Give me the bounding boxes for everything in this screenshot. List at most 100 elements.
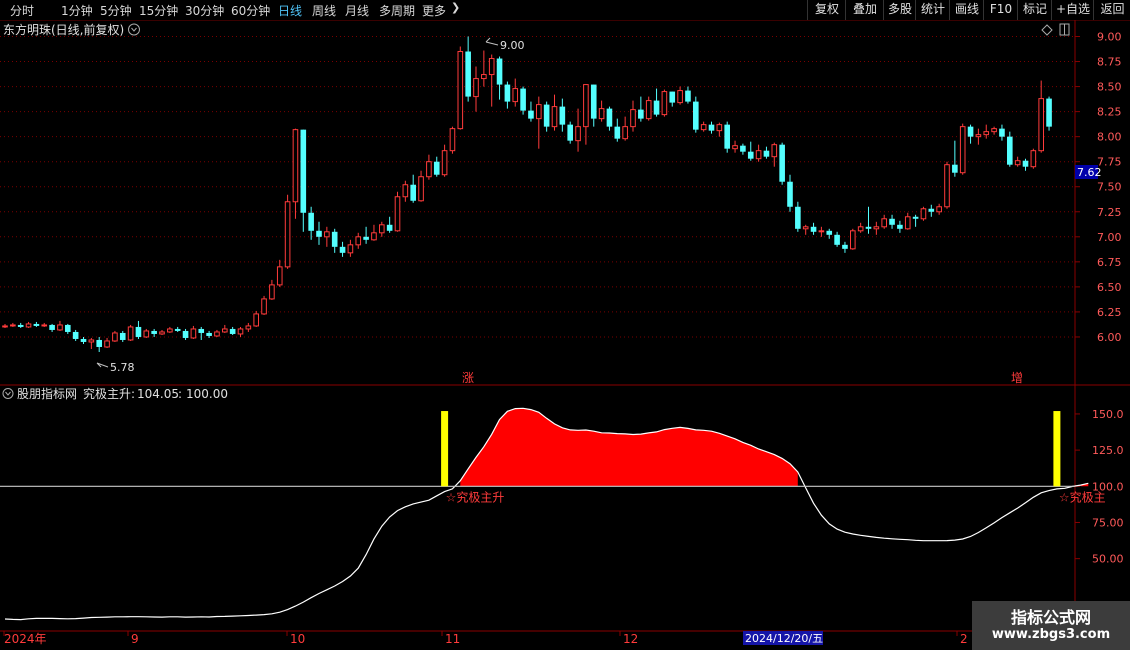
multi-stock-button[interactable]: 多股 (883, 0, 916, 20)
candle-body (284, 201, 291, 268)
period-tab-weekly[interactable]: 周线 (312, 2, 336, 19)
f10-button[interactable]: F10 (983, 0, 1018, 20)
candle-body (135, 326, 142, 337)
period-tab-more[interactable]: 更多 (422, 2, 446, 19)
event-marker-increase[interactable]: 增 (1011, 371, 1023, 385)
candlestick-series[interactable] (2, 36, 1052, 352)
chart-area[interactable]: 9.008.758.508.258.007.757.507.257.006.75… (0, 20, 1130, 650)
diamond-icon[interactable] (1041, 24, 1053, 36)
candle-body (575, 126, 581, 142)
price-tick-label: 6.25 (1097, 306, 1122, 319)
date-label-dec: 12 (623, 632, 638, 646)
candle-body (551, 106, 558, 128)
candle-body (41, 324, 48, 327)
top-toolbar: 分时 1分钟 5分钟 15分钟 30分钟 60分钟 日线 周线 月线 多周期 更… (0, 0, 1130, 21)
period-tab-monthly[interactable]: 月线 (345, 2, 369, 19)
candle-body (253, 313, 259, 327)
adjust-button[interactable]: 复权 (807, 0, 846, 20)
candle-body (622, 126, 628, 140)
indicator-fill-area (460, 408, 1089, 487)
candle-body (716, 124, 723, 132)
event-marker-rise[interactable]: 涨 (462, 370, 474, 385)
signal-bar (1053, 411, 1061, 487)
candle-body (677, 90, 683, 104)
indicator-reference: 100.00 (186, 387, 228, 401)
candle-body (873, 226, 880, 230)
candle-body (10, 324, 16, 327)
candle-body (488, 58, 495, 76)
period-tab-30min[interactable]: 30分钟 (185, 2, 224, 19)
candle-body (33, 323, 40, 326)
candle-body (693, 101, 699, 130)
candle-body (614, 126, 621, 139)
date-label-oct: 10 (290, 632, 305, 646)
candle-body (771, 144, 778, 158)
period-tab-15min[interactable]: 15分钟 (139, 2, 178, 19)
candle-body (638, 109, 644, 119)
candle-body (1022, 160, 1029, 167)
candle-body (394, 196, 401, 232)
candle-body (504, 84, 511, 102)
candle-body (583, 84, 589, 128)
candle-body (418, 176, 424, 202)
price-tick-label: 7.00 (1097, 231, 1122, 244)
candle-body (850, 230, 856, 250)
candle-body (379, 224, 385, 234)
overlay-button[interactable]: 叠加 (845, 0, 884, 20)
candle-body (983, 131, 990, 136)
candle-body (842, 244, 848, 249)
period-tab-timeshare[interactable]: 分时 (10, 2, 34, 19)
candle-body (331, 231, 338, 247)
candle-body (763, 150, 770, 157)
candle-body (222, 328, 228, 333)
candle-body (685, 90, 691, 102)
candle-body (151, 330, 157, 334)
indicator-dropdown-icon[interactable] (2, 388, 14, 399)
title-chevron-icon (131, 27, 137, 32)
period-tab-daily[interactable]: 日线 (278, 2, 302, 19)
candle-body (795, 206, 801, 229)
candle-body (1030, 150, 1037, 168)
candle-body (889, 218, 895, 225)
candle-body (308, 212, 314, 231)
candle-body (65, 324, 71, 332)
title-dropdown-icon[interactable] (128, 23, 140, 36)
candle-body (261, 298, 267, 315)
candle-body (912, 216, 919, 219)
period-tab-5min[interactable]: 5分钟 (100, 2, 132, 19)
indicator-name: 究极主升 (83, 386, 131, 401)
draw-line-button[interactable]: 画线 (949, 0, 984, 20)
candle-body (834, 234, 840, 245)
period-tab-1min[interactable]: 1分钟 (61, 2, 93, 19)
candle-body (324, 231, 330, 238)
candle-body (182, 330, 189, 338)
candle-body (528, 110, 534, 119)
candle-body (198, 328, 205, 333)
candle-body (300, 129, 307, 213)
watermark-url: www.zbgs3.com (991, 627, 1111, 642)
candle-body (174, 328, 181, 331)
candle-body (787, 181, 793, 207)
price-tick-label: 7.25 (1097, 206, 1122, 219)
price-tick-label: 6.75 (1097, 256, 1122, 269)
date-label-feb: 2 (960, 632, 968, 646)
high-pointer-icon (485, 37, 499, 46)
candle-body (441, 150, 448, 176)
indicator-tick-label: 150.0 (1092, 408, 1124, 421)
back-button[interactable]: 返回 (1093, 0, 1130, 20)
add-favorite-button[interactable]: +自选 (1051, 0, 1094, 20)
candle-body (88, 339, 95, 343)
period-tab-60min[interactable]: 60分钟 (231, 2, 270, 19)
main-grid (0, 36, 1075, 338)
candle-body (543, 104, 550, 127)
candle-body (119, 332, 126, 340)
candle-body (112, 332, 118, 342)
period-tab-multi[interactable]: 多周期 (379, 2, 415, 19)
candle-body (936, 206, 942, 213)
statistics-button[interactable]: 统计 (915, 0, 950, 20)
mark-button[interactable]: 标记 (1017, 0, 1052, 20)
indicator-tick-label: 75.00 (1092, 516, 1124, 529)
candle-body (1046, 98, 1052, 127)
candle-body (237, 328, 244, 335)
more-chevron-icon[interactable]: ❯ (451, 1, 460, 14)
